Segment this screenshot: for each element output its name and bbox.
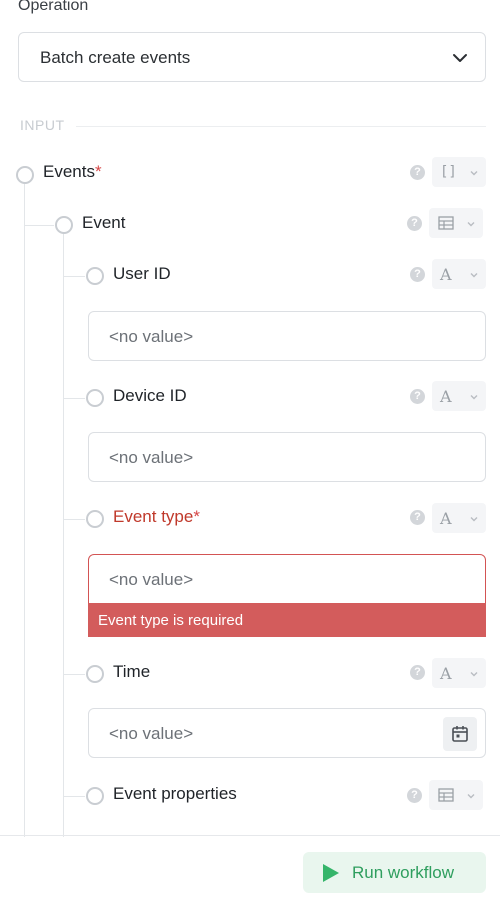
tree-branch-device-id <box>63 398 85 399</box>
chevron-down-icon <box>453 54 467 62</box>
device-id-radio[interactable] <box>86 389 104 407</box>
chevron-down-icon <box>467 794 475 799</box>
operation-select-value: Batch create events <box>40 48 191 67</box>
event-type-error-message: Event type is required <box>88 603 486 637</box>
help-icon[interactable]: ? <box>407 216 422 231</box>
chevron-down-icon <box>470 517 478 522</box>
event-properties-radio[interactable] <box>86 787 104 805</box>
user-id-placeholder: <no value> <box>109 327 194 346</box>
time-type-button[interactable]: A <box>432 658 486 688</box>
required-mark: * <box>94 162 102 181</box>
tree-branch-event-type <box>63 519 85 520</box>
tree-line-events <box>24 182 25 837</box>
calendar-icon <box>452 726 468 742</box>
help-icon[interactable]: ? <box>407 788 422 803</box>
footer-divider <box>0 835 500 836</box>
array-icon: [] <box>440 164 457 180</box>
chevron-down-icon <box>470 672 478 677</box>
device-id-label: Device ID <box>113 386 187 405</box>
chevron-down-icon <box>470 171 478 176</box>
section-divider <box>76 126 486 127</box>
help-icon[interactable]: ? <box>410 389 425 404</box>
event-type-type-button[interactable]: A <box>432 503 486 533</box>
table-icon <box>438 788 454 802</box>
user-id-radio[interactable] <box>86 267 104 285</box>
user-id-type-button[interactable]: A <box>432 259 486 289</box>
operation-select[interactable]: Batch create events <box>18 32 486 82</box>
user-id-label: User ID <box>113 264 171 283</box>
help-icon[interactable]: ? <box>410 665 425 680</box>
time-label: Time <box>113 662 151 681</box>
run-workflow-label: Run workflow <box>352 863 455 882</box>
time-input[interactable]: <no value> <box>88 708 486 758</box>
events-radio[interactable] <box>16 166 34 184</box>
text-type-icon: A <box>440 509 452 528</box>
user-id-input[interactable]: <no value> <box>88 311 486 361</box>
time-placeholder: <no value> <box>109 724 194 743</box>
tree-branch-event-properties <box>63 796 85 797</box>
device-id-input[interactable]: <no value> <box>88 432 486 482</box>
event-type-placeholder: <no value> <box>109 570 194 589</box>
chevron-down-icon <box>467 222 475 227</box>
text-type-icon: A <box>440 664 452 683</box>
input-section-label: INPUT <box>20 117 65 133</box>
tree-branch-event <box>24 225 54 226</box>
device-id-placeholder: <no value> <box>109 448 194 467</box>
events-label: Events* <box>43 162 102 181</box>
chevron-down-icon <box>470 395 478 400</box>
help-icon[interactable]: ? <box>410 267 425 282</box>
tree-line-event <box>63 233 64 837</box>
tree-branch-time <box>63 674 85 675</box>
event-type-button[interactable] <box>429 208 483 238</box>
tree-branch-user-id <box>63 276 85 277</box>
text-type-icon: A <box>440 387 452 406</box>
play-icon <box>323 864 339 882</box>
event-type-radio[interactable] <box>86 510 104 528</box>
help-icon[interactable]: ? <box>410 165 425 180</box>
date-picker-button[interactable] <box>443 717 477 751</box>
event-type-label: Event type* <box>113 507 200 526</box>
required-mark: * <box>193 507 200 526</box>
events-type-button[interactable]: [] <box>432 157 486 187</box>
text-type-icon: A <box>440 265 452 284</box>
help-icon[interactable]: ? <box>410 510 425 525</box>
event-type-input[interactable]: <no value> <box>88 554 486 604</box>
chevron-down-icon <box>470 273 478 278</box>
time-radio[interactable] <box>86 665 104 683</box>
event-label: Event <box>82 213 126 232</box>
event-properties-type-button[interactable] <box>429 780 483 810</box>
event-radio[interactable] <box>55 216 73 234</box>
run-workflow-button[interactable]: Run workflow <box>303 852 486 893</box>
device-id-type-button[interactable]: A <box>432 381 486 411</box>
event-properties-label: Event properties <box>113 784 237 803</box>
table-icon <box>438 216 454 230</box>
operation-label: Operation <box>18 0 89 14</box>
